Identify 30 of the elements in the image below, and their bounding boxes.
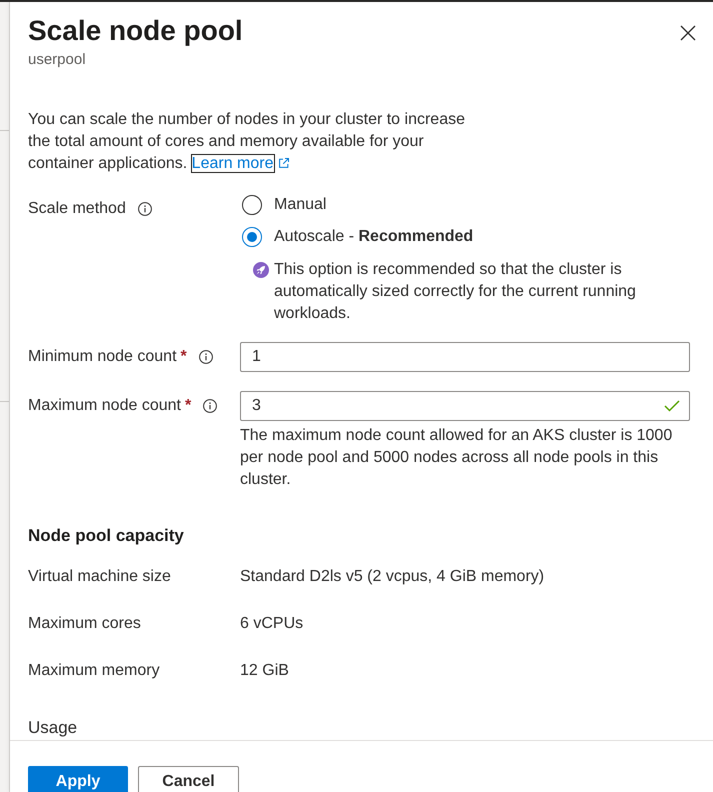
external-link-icon: [278, 157, 290, 169]
close-icon: [680, 25, 696, 41]
number-input[interactable]: 3: [240, 391, 690, 421]
info-icon: [203, 399, 218, 413]
learn-more-link[interactable]: Learn more: [192, 155, 274, 172]
property-value: Standard D2ls v5 (2 vcpus, 4 GiB memory): [240, 567, 546, 587]
help-text: The maximum node count allowed for an AKS cluster is 1000 per node pool and 5000 nodes across all node pools in this cluster.: [240, 426, 674, 490]
field-label: Maximum node count *: [28, 396, 192, 416]
recommendation-note: This option is recommended so that the cluster is automatically sized correctly for the current running workloads.: [274, 260, 637, 324]
property-label: Maximum cores: [28, 614, 142, 634]
property-label: Maximum memory: [28, 661, 161, 681]
property-value: 12 GiB: [240, 661, 290, 681]
section-heading: Usage: [28, 718, 78, 738]
check-icon: [664, 400, 680, 412]
field-label: Scale method: [28, 199, 126, 219]
info-icon: [138, 202, 152, 216]
cancel-button[interactable]: Cancel: [138, 766, 239, 792]
panel-subtitle: userpool: [28, 50, 86, 70]
description-text: You can scale the number of nodes in your cluster to increase the total amount of cores and memory available for your container applications. Learn more: [28, 110, 466, 174]
radio-option[interactable]: Autoscale - Recommended: [242, 226, 474, 248]
info-icon: [198, 350, 213, 364]
apply-button[interactable]: Apply: [28, 766, 128, 792]
panel-title: Scale node pool: [28, 14, 243, 48]
rocket-icon: [253, 262, 269, 278]
section-heading: Node pool capacity: [28, 525, 185, 547]
number-input[interactable]: 1: [240, 342, 690, 372]
property-label: Virtual machine size: [28, 567, 172, 587]
radio-option[interactable]: Manual: [242, 194, 326, 216]
field-label: Minimum node count *: [28, 347, 187, 367]
property-value: 6 vCPUs: [240, 614, 304, 634]
